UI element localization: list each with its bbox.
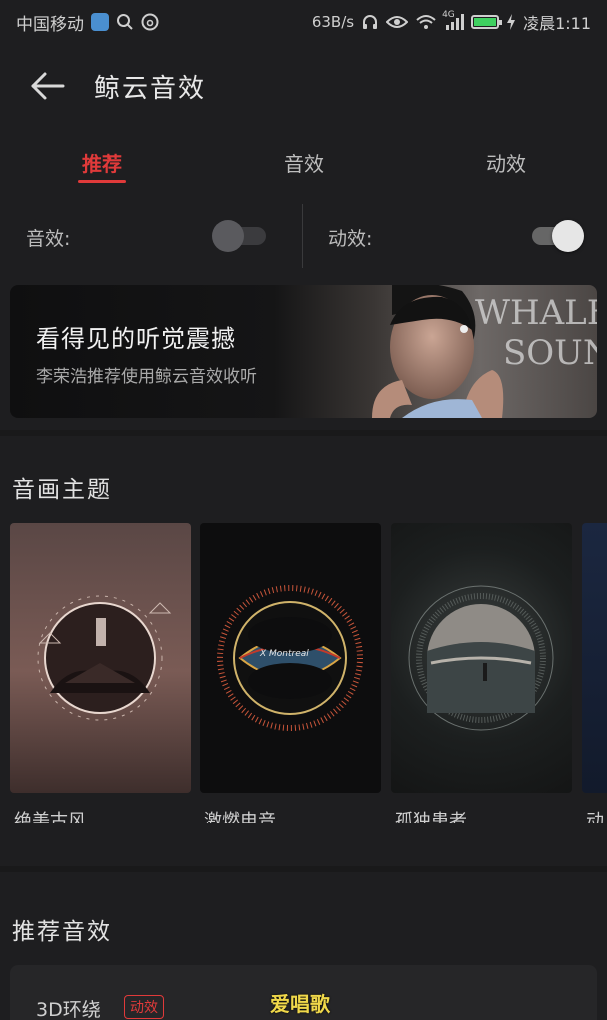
app-notification-icon bbox=[91, 13, 109, 31]
theme-name: 动 bbox=[586, 811, 604, 823]
art-caption: X Montreal bbox=[260, 649, 309, 659]
ancient-art bbox=[37, 595, 172, 721]
wifi-icon bbox=[415, 14, 437, 30]
effect-badge: 动效 bbox=[124, 995, 164, 1019]
motion-effect-switch[interactable] bbox=[528, 220, 584, 252]
netease-music-icon bbox=[141, 13, 159, 31]
recommend-section-title: 推荐音效 bbox=[12, 919, 112, 945]
watermark: 爱唱歌 bbox=[270, 992, 330, 1016]
switch-knob bbox=[552, 220, 584, 252]
theme-name: 激燃电音 bbox=[204, 811, 276, 823]
theme-thumbnail bbox=[10, 523, 191, 793]
promo-banner[interactable]: WHALE CLOUD SOUND EFFECT 看得见的听觉震撼 李荣浩推荐使… bbox=[10, 285, 597, 418]
clock: 凌晨1:11 bbox=[523, 14, 591, 33]
motion-effect-label: 动效: bbox=[328, 228, 373, 250]
theme-list: 绝美古风 X Montreal 激燃电音 孤独患者 动 bbox=[10, 523, 607, 823]
theme-name: 绝美古风 bbox=[14, 811, 86, 823]
switch-knob bbox=[212, 220, 244, 252]
banner-subtitle: 李荣浩推荐使用鲸云音效收听 bbox=[36, 367, 257, 387]
theme-thumbnail: X Montreal bbox=[200, 523, 381, 793]
section-divider bbox=[0, 430, 607, 436]
active-tab-indicator bbox=[78, 180, 126, 183]
theme-card-ancient[interactable]: 绝美古风 bbox=[10, 523, 191, 823]
page-title: 鲸云音效 bbox=[94, 73, 207, 104]
sound-effect-switch[interactable] bbox=[212, 220, 268, 252]
theme-thumbnail bbox=[391, 523, 572, 793]
tab-recommend[interactable]: 推荐 bbox=[78, 148, 126, 177]
theme-card-partial[interactable]: 动 bbox=[582, 523, 607, 823]
network-type-label: 4G bbox=[442, 10, 455, 20]
banner-title: 看得见的听觉震撼 bbox=[36, 325, 236, 353]
charging-bolt-icon bbox=[506, 14, 516, 30]
theme-card-edm[interactable]: X Montreal 激燃电音 bbox=[200, 523, 381, 823]
artist-photo bbox=[372, 285, 504, 418]
divider bbox=[302, 204, 303, 268]
back-arrow-icon bbox=[31, 72, 65, 100]
app-header: 鲸云音效 bbox=[0, 56, 607, 116]
section-divider bbox=[0, 866, 607, 872]
status-bar: 中国移动 63B/s 4G 凌晨1:11 bbox=[0, 0, 607, 44]
effect-toggles: 音效: 动效: bbox=[0, 200, 607, 270]
theme-name: 孤独患者 bbox=[395, 811, 467, 823]
tab-sound-effects[interactable]: 音效 bbox=[280, 148, 328, 177]
effect-name: 3D环绕 bbox=[36, 999, 101, 1020]
cellular-signal-icon: 4G bbox=[442, 10, 465, 30]
headphones-icon bbox=[361, 13, 379, 31]
back-button[interactable] bbox=[14, 56, 80, 116]
theme-thumbnail bbox=[582, 523, 607, 793]
eye-icon bbox=[386, 14, 409, 30]
carrier-label: 中国移动 bbox=[16, 14, 84, 35]
theme-card-lonely[interactable]: 孤独患者 bbox=[391, 523, 572, 823]
tab-motion-effects[interactable]: 动效 bbox=[482, 148, 530, 177]
network-speed: 63B/s bbox=[311, 13, 355, 31]
themes-section-title: 音画主题 bbox=[12, 477, 112, 503]
battery-icon bbox=[471, 15, 503, 29]
sound-effect-label: 音效: bbox=[26, 228, 71, 250]
lonely-art bbox=[408, 585, 554, 731]
search-icon bbox=[116, 13, 134, 31]
